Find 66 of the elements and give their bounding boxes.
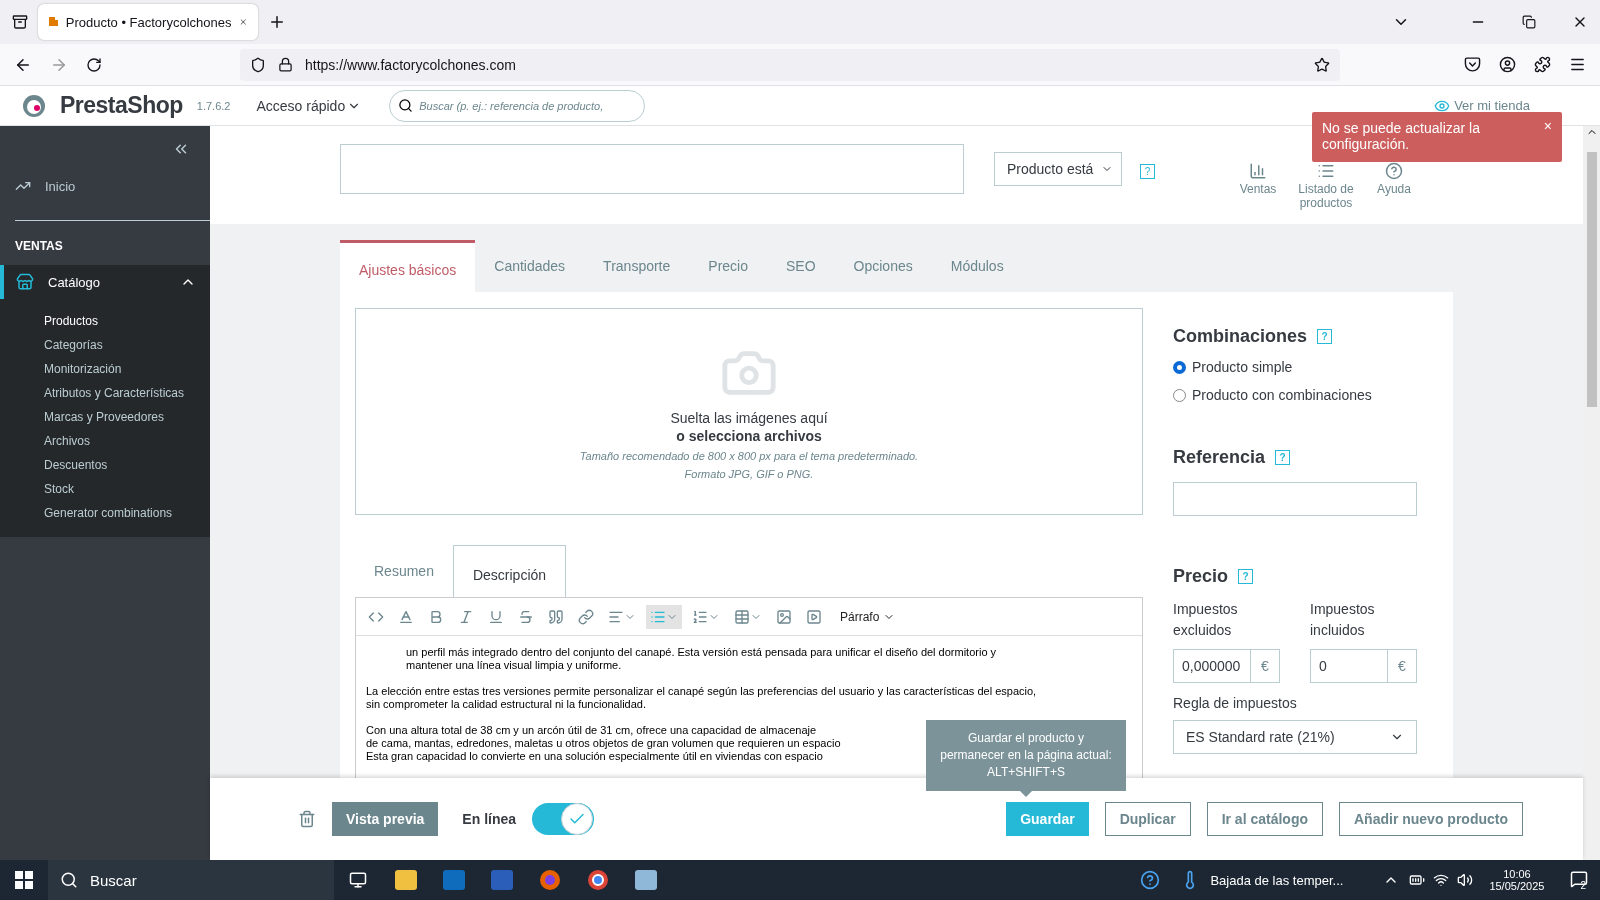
tab[interactable]: Transporte — [584, 240, 690, 292]
toolbar-action[interactable]: Ventas — [1229, 162, 1287, 210]
submenu-item[interactable]: Descuentos — [0, 453, 210, 477]
editor-text-line: Con una altura total de 38 cm y un arcón útil de 31 cm, ofrece una capacidad de almacenaje — [366, 724, 817, 737]
search-field[interactable]: Buscar (p. ej.: referencia de producto, — [389, 89, 646, 122]
clock[interactable]: 10:06 15/05/2025 — [1489, 868, 1545, 892]
select-files-link[interactable]: o selecciona archivos — [676, 427, 822, 444]
editor-text-line: sin comprometer la calidad estructural ni la funcionalidad. — [366, 698, 647, 711]
product-type-select[interactable]: Producto está — [994, 152, 1122, 186]
tax-rule-select[interactable]: ES Standard rate (21%) — [1173, 720, 1417, 754]
section-title: Precio — [1173, 566, 1229, 587]
store-link[interactable]: Ver mi tienda — [1434, 97, 1530, 114]
currency-addon: € — [1388, 649, 1417, 683]
section-title: Combinaciones — [1173, 326, 1308, 347]
editor-text-line: La elección entre estas tres versiones permite personalizar el canapé según las preferencias del usuario y las características del espacio, — [366, 685, 1037, 698]
field-label: Impuestos excluidos — [1173, 600, 1239, 640]
online-label: En línea — [462, 811, 517, 827]
submenu-item[interactable]: Archivos — [0, 429, 210, 453]
submenu-item[interactable]: Productos — [0, 309, 210, 333]
editor-text-line: de cama, mantas, edredones, maletas u otros objetos de gran volumen que requieren un espacio — [366, 737, 841, 750]
tab[interactable]: Cantidades — [475, 240, 585, 292]
submenu-item[interactable]: Stock — [0, 477, 210, 501]
editor-text-line: Esta gran capacidad lo convierte en una solución especialmente útil en viviendas con espacio — [366, 750, 823, 763]
dropzone-title: Suelta las imágenes aquí — [670, 409, 828, 426]
editor-tab[interactable]: Descripción — [452, 545, 567, 597]
submenu-item[interactable]: Categorías — [0, 333, 210, 357]
browser-tab[interactable]: Producto • Factorycolchones — [38, 4, 258, 40]
tooltip: Guardar el producto y permanecer en la página actual: ALT+SHIFT+S — [926, 720, 1126, 791]
address-bar[interactable]: https://www.factorycolchones.com — [240, 48, 1340, 81]
close-button[interactable]: × — [1543, 118, 1552, 134]
tab[interactable]: Módulos — [931, 240, 1023, 292]
toolbar-action[interactable]: Listado de productos — [1297, 162, 1355, 210]
submenu-item[interactable]: Marcas y Proveedores — [0, 405, 210, 429]
format-dropdown[interactable]: Párrafo — [840, 609, 896, 624]
field-label: Impuestos incluidos — [1310, 600, 1376, 640]
dropzone-hint: Formato JPG, GIF o PNG. — [684, 467, 814, 480]
section-title: VENTAS — [14, 238, 64, 255]
action-button[interactable]: Ir al catálogo — [1206, 802, 1323, 836]
toolbar-action[interactable]: Ayuda — [1365, 162, 1423, 210]
editor-tab[interactable]: Resumen — [355, 545, 453, 597]
price-field[interactable]: 0,000000 — [1173, 649, 1251, 683]
dropzone-hint: Tamaño recomendado de 800 x 800 px para el tema predeterminado. — [579, 449, 919, 462]
submenu-item[interactable]: Monitorización — [0, 357, 210, 381]
taskbar-search[interactable]: Buscar — [48, 860, 334, 900]
field-label: Regla de impuestos — [1173, 694, 1298, 713]
notification-text: No se puede actualizar la configuración. — [1322, 120, 1480, 152]
price-field[interactable]: 0 — [1310, 649, 1388, 683]
section-title: Referencia — [1173, 447, 1266, 468]
brand-name[interactable]: PrestaShop — [60, 92, 183, 119]
version-label: 1.7.6.2 — [196, 99, 231, 112]
tab[interactable]: Opciones — [834, 240, 932, 292]
radio-option[interactable]: Producto simple — [1173, 359, 1417, 375]
editor-text-line: un perfil más integrado dentro del conjunto del canapé. Esta versión está pensada para unificar el diseño del dormitorio y — [406, 646, 997, 659]
action-button[interactable]: Duplicar — [1104, 802, 1191, 836]
tab[interactable]: Precio — [689, 240, 767, 292]
weather-text[interactable]: Bajada de las temper... — [1210, 872, 1344, 888]
quick-access-menu[interactable]: Acceso rápido — [256, 97, 362, 114]
tab[interactable]: Ajustes básicos — [340, 240, 476, 292]
submenu-item[interactable]: Generator combinations — [0, 501, 210, 525]
action-button[interactable]: Añadir nuevo producto — [1339, 802, 1523, 836]
submenu-item[interactable]: Atributos y Características — [0, 381, 210, 405]
editor-text-line: mantener una línea visual limpia y uniforme. — [406, 659, 622, 672]
image-dropzone[interactable]: Suelta las imágenes aquí o selecciona archivos Tamaño recomendado de 800 x 800 px para el tema predeterminado. Formato JPG, GIF o PNG. — [355, 308, 1143, 515]
preview-button[interactable]: Vista previa — [332, 802, 439, 836]
currency-addon: € — [1251, 649, 1280, 683]
radio-option[interactable]: Producto con combinaciones — [1173, 387, 1417, 403]
